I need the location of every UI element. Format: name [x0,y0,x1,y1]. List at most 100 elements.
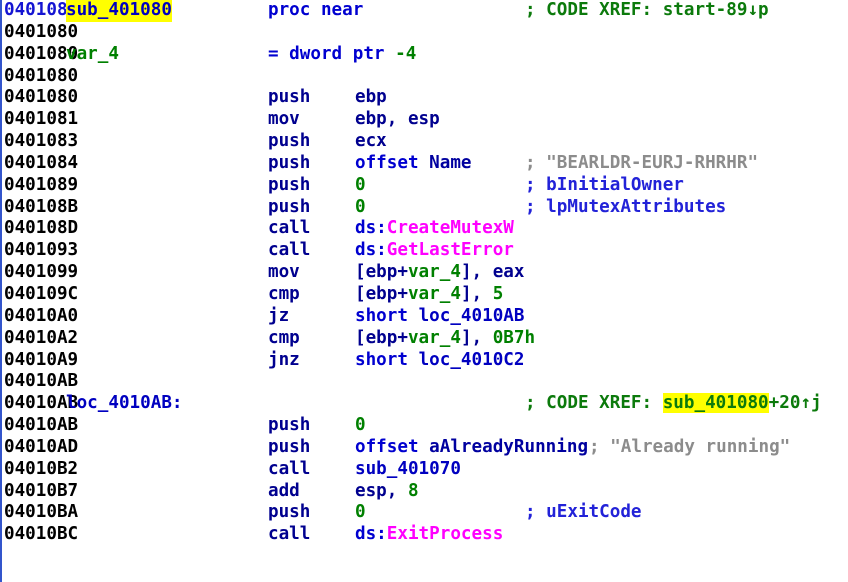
function-name[interactable]: sub_401080 [66,0,172,22]
code-line[interactable]: 04010AB [0,371,848,393]
instruction-operands[interactable]: 0 [355,197,366,219]
line-address: 0401099 [4,262,79,283]
instruction-operands[interactable]: [ebp+var_4], eax [355,262,525,284]
code-line[interactable]: 0401080 [0,66,848,88]
disassembly-view[interactable]: 0401080 sub_401080 proc near; CODE XREF: s… [0,0,848,582]
instruction-operands[interactable]: ds:GetLastError [355,240,514,262]
line-address: 04010A0 [4,305,79,326]
operand-token[interactable]: ExitProcess [387,524,504,544]
instruction-mnemonic: call [268,458,311,479]
code-line[interactable]: 0401083 push ecx [0,131,848,153]
operand-token[interactable]: ebp [355,87,387,107]
operand-token[interactable]: offset [355,437,429,457]
instruction-operands[interactable]: [ebp+var_4], 0B7h [355,328,535,350]
code-line[interactable]: 0401093 call ds:GetLastError [0,240,848,262]
instruction-mnemonic: push [268,196,311,217]
operand-token[interactable]: ], eax [461,262,525,282]
operand-token[interactable]: esp, [355,481,408,501]
operand-token[interactable]: ds: [355,240,387,260]
operand-token[interactable]: = dword ptr [268,44,395,64]
instruction-operands[interactable]: sub_401070 [355,459,461,481]
instruction-mnemonic: push [268,436,311,457]
instruction-operands[interactable]: 0 [355,502,366,524]
operand-token[interactable]: offset [355,153,429,173]
operand-token[interactable]: short [355,350,419,370]
instruction-operands[interactable]: = dword ptr -4 [268,44,416,66]
line-address: 0401081 [4,109,79,130]
instruction-operands[interactable]: [ebp+var_4], 5 [355,284,503,306]
instruction-operands[interactable]: ecx [355,131,387,153]
instruction-operands[interactable]: ds:ExitProcess [355,524,503,546]
code-line-list[interactable]: 0401080 sub_401080 proc near; CODE XREF: s… [0,0,848,546]
operand-token[interactable]: [ebp+ [355,328,408,348]
operand-token[interactable]: 0 [355,197,366,217]
code-line[interactable]: 04010B2 call sub_401070 [0,459,848,481]
code-line[interactable]: 040108B push 0 ; lpMutexAttributes [0,197,848,219]
operand-token[interactable]: loc_4010AB [419,306,525,326]
operand-token[interactable]: CreateMutexW [387,218,514,238]
instruction-operands[interactable]: 0 [355,175,366,197]
code-line[interactable]: 04010BC call ds:ExitProcess [0,524,848,546]
code-line[interactable]: 04010AB loc_4010AB:; CODE XREF: sub_40108… [0,393,848,415]
instruction-operands[interactable]: short loc_4010C2 [355,350,525,372]
instruction-operands[interactable]: offset aAlreadyRunning [355,437,588,459]
operand-token[interactable]: [ebp+ [355,284,408,304]
operand-token[interactable]: [ebp+ [355,262,408,282]
operand-token[interactable]: 0B7h [493,328,535,348]
code-line[interactable]: 04010A2 cmp [ebp+var_4], 0B7h [0,328,848,350]
operand-token[interactable]: sub_401070 [355,459,461,479]
code-line[interactable]: 0401080 var_4 = dword ptr -4 [0,44,848,66]
operand-token[interactable]: -4 [395,44,416,64]
operand-token[interactable]: ], [461,328,493,348]
operand-token[interactable]: 8 [408,481,419,501]
instruction-operands[interactable]: esp, 8 [355,481,419,503]
code-line[interactable]: 04010A9 jnz short loc_4010C2 [0,350,848,372]
operand-token[interactable]: 0 [355,175,366,195]
operand-token[interactable]: var_4 [408,262,461,282]
operand-token[interactable]: var_4 [408,328,461,348]
operand-token[interactable]: GetLastError [387,240,514,260]
code-line[interactable]: 04010B7 add esp, 8 [0,481,848,503]
operand-token[interactable]: 0 [355,502,366,522]
operand-token[interactable]: ds: [355,524,387,544]
code-line[interactable]: 0401080 sub_401080 proc near; CODE XREF: s… [0,0,848,22]
code-line[interactable]: 040109C cmp [ebp+var_4], 5 [0,284,848,306]
code-line[interactable]: 04010AB push 0 [0,415,848,437]
operand-token[interactable]: Name [429,153,471,173]
instruction-operands[interactable]: offset Name [355,153,472,175]
operand-token[interactable]: 5 [493,284,504,304]
instruction-operands[interactable]: ebp [355,87,387,109]
code-line[interactable]: 0401081 mov ebp, esp [0,109,848,131]
code-line[interactable]: 0401089 push 0 ; bInitialOwner [0,175,848,197]
local-variable-name[interactable]: var_4 [66,44,119,66]
operand-token[interactable]: aAlreadyRunning [429,437,588,457]
operand-token[interactable]: var_4 [408,284,461,304]
code-line[interactable]: 04010BA push 0 ; uExitCode [0,502,848,524]
line-address: 0401089 [4,174,79,195]
operand-token[interactable]: ebp, esp [355,109,440,129]
code-line[interactable]: 04010A0 jz short loc_4010AB [0,306,848,328]
instruction-operands[interactable]: 0 [355,415,366,437]
instruction-operands[interactable]: ebp, esp [355,109,440,131]
operand-token[interactable]: proc near [268,0,363,20]
code-line[interactable]: 0401080 push ebp [0,87,848,109]
instruction-operands[interactable]: ds:CreateMutexW [355,218,514,240]
operand-token[interactable]: loc_4010C2 [419,350,525,370]
operand-token[interactable]: ecx [355,131,387,151]
code-line[interactable]: 04010AD push offset aAlreadyRunning; "Alre… [0,437,848,459]
operand-token[interactable]: ], [461,284,493,304]
operand-token[interactable]: 0 [355,415,366,435]
code-line[interactable]: 0401084 push offset Name ; "BEARLDR-EURJ-RH… [0,153,848,175]
operand-token[interactable]: ds: [355,218,387,238]
code-line[interactable]: 040108D call ds:CreateMutexW [0,218,848,240]
location-label[interactable]: loc_4010AB: [66,393,183,415]
instruction-operands[interactable]: proc near [268,0,363,22]
xref-target-name[interactable]: sub_401080 [662,393,769,414]
code-line[interactable]: 0401099 mov [ebp+var_4], eax [0,262,848,284]
instruction-mnemonic: push [268,502,311,523]
instruction-mnemonic: push [268,87,311,108]
operand-token[interactable]: short [355,306,419,326]
code-line[interactable]: 0401080 [0,22,848,44]
instruction-operands[interactable]: short loc_4010AB [355,306,525,328]
xref-comment-prefix: ; CODE XREF: [525,393,663,414]
